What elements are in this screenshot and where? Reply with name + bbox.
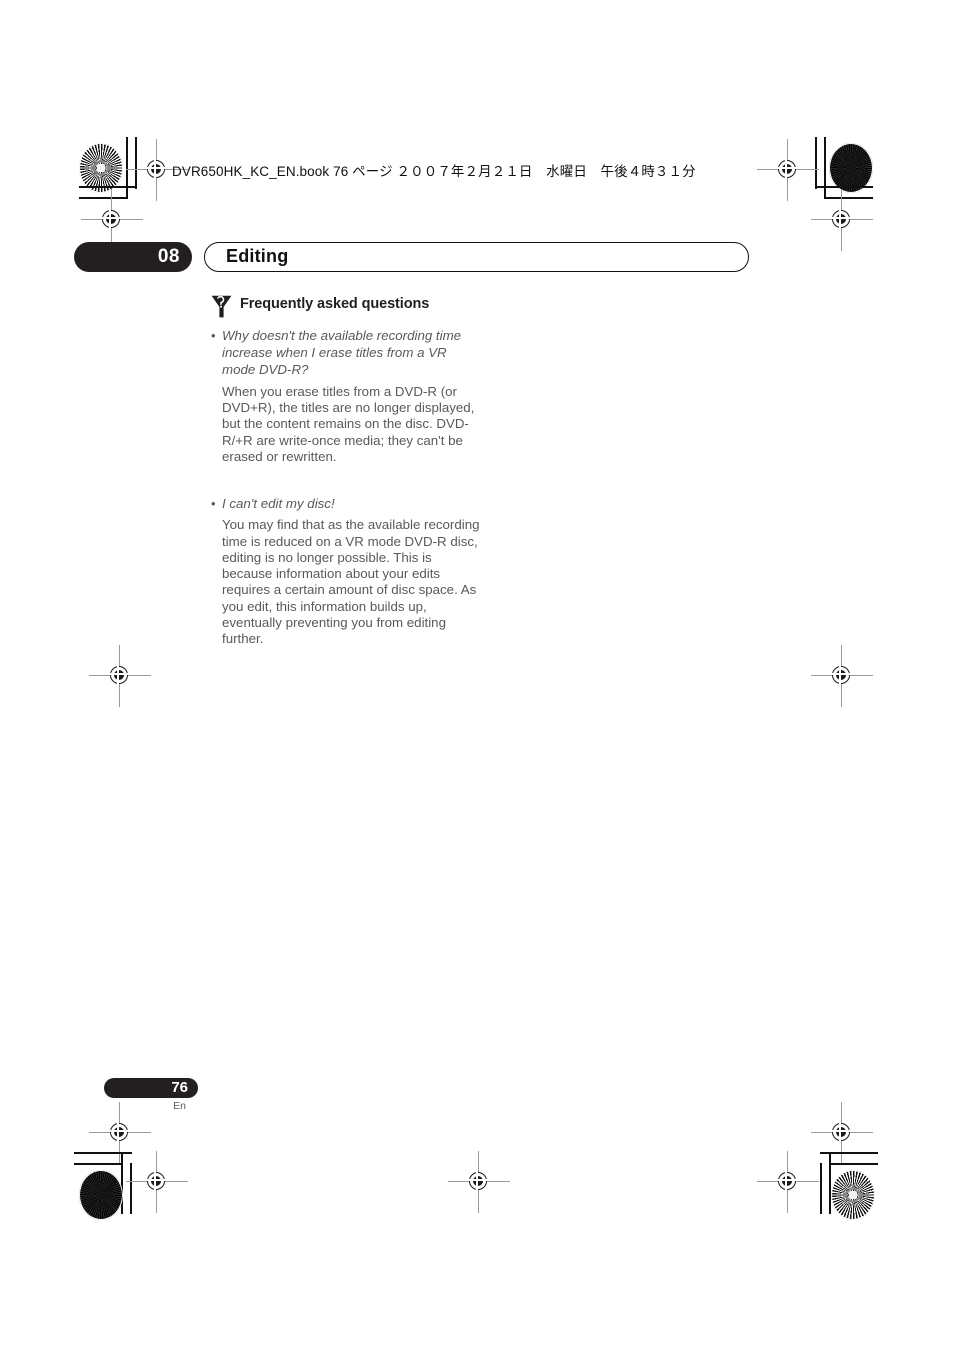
registration-target-top-right (757, 139, 819, 201)
crop-mark-bottom-left-horizontal-inner (74, 1163, 122, 1165)
faq-answer-text: You may find that as the available recor… (222, 517, 480, 647)
chapter-number-badge: 08 (74, 242, 192, 272)
list-bullet: • (211, 328, 216, 343)
registration-target-top-left (126, 139, 188, 201)
faq-entry: • Why doesn't the available recording ti… (211, 327, 481, 465)
faq-question-text: I can't edit my disc! (222, 496, 335, 512)
registration-target-right-middle (811, 645, 873, 707)
registration-target-bottom-center (448, 1151, 510, 1213)
crop-mark-top-left-vertical (126, 137, 128, 199)
crop-mark-bottom-right-horizontal-inner (830, 1163, 878, 1165)
crop-mark-bottom-right-vertical (829, 1152, 831, 1214)
registration-target-bottom-right (757, 1151, 819, 1213)
crop-mark-top-left-horizontal-inner (79, 197, 127, 199)
registration-rosette-bottom-right (831, 1170, 875, 1220)
crop-mark-top-right-horizontal-inner (825, 197, 873, 199)
registration-target-bottom-left (126, 1151, 188, 1213)
crop-mark-top-left-horizontal (79, 186, 137, 188)
faq-answer-text: When you erase titles from a DVD-R (or D… (222, 383, 475, 464)
crop-mark-top-left-vertical-inner (135, 137, 137, 189)
registration-rosette-bottom-left (79, 1170, 123, 1220)
book-file-header-line: DVR650HK_KC_EN.book 76 ページ ２００７年２月２１日 水曜… (172, 164, 696, 179)
crop-mark-bottom-left-vertical-inner (130, 1163, 132, 1214)
crop-mark-bottom-left-horizontal (74, 1152, 132, 1154)
page-language-label: En (173, 1100, 186, 1112)
faq-question-row: • Why doesn't the available recording ti… (211, 327, 481, 379)
question-funnel-icon (211, 295, 232, 318)
crop-mark-top-right-vertical-inner (815, 137, 817, 189)
page-number-badge: 76 (104, 1078, 198, 1098)
registration-target-left-lower (89, 1102, 151, 1164)
chapter-header: 08 Editing (74, 242, 749, 272)
crop-mark-top-right-horizontal (815, 186, 873, 188)
registration-target-left-upper (81, 189, 143, 251)
page-title: Editing (204, 242, 749, 272)
crop-mark-bottom-right-vertical-inner (820, 1163, 822, 1214)
faq-question-row: • I can't edit my disc! (211, 495, 481, 512)
crop-mark-bottom-left-vertical (121, 1152, 123, 1214)
crop-mark-top-right-vertical (824, 137, 826, 199)
list-bullet: • (211, 496, 216, 512)
faq-heading-row: Frequently asked questions (211, 294, 481, 318)
faq-section: Frequently asked questions • Why doesn't… (211, 294, 481, 648)
registration-target-left-middle (89, 645, 151, 707)
faq-entry: • I can't edit my disc! You may find tha… (211, 495, 481, 648)
faq-question-text: Why doesn't the available recording time… (222, 328, 462, 378)
faq-heading-label: Frequently asked questions (240, 296, 430, 312)
registration-target-right-lower (811, 1102, 873, 1164)
registration-target-right-upper (811, 189, 873, 251)
